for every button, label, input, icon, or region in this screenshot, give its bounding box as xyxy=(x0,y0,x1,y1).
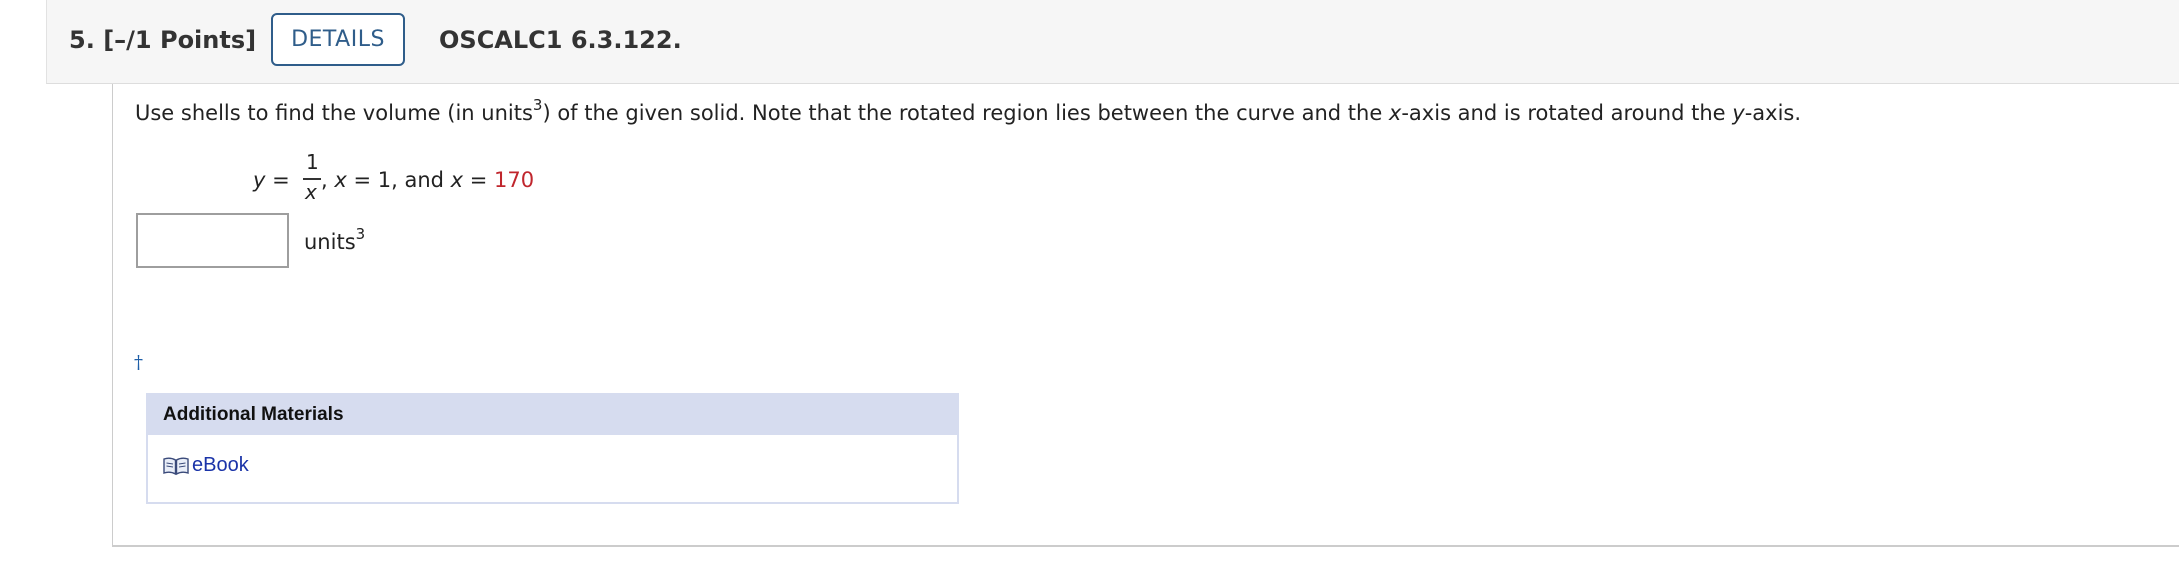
question-number: 5. [–/1 Points] xyxy=(69,26,256,54)
book-icon xyxy=(163,457,189,475)
ebook-link[interactable]: eBook xyxy=(163,454,249,477)
units-label: units3 xyxy=(304,225,366,254)
ebook-link-label: eBook xyxy=(192,454,249,476)
additional-materials-panel: Additional Materials eBook xyxy=(146,393,959,504)
additional-materials-title: Additional Materials xyxy=(148,395,957,435)
question-header: 5. [–/1 Points] DETAILS OSCALC1 6.3.122. xyxy=(46,0,2179,84)
equation-rest: , x = 1, and x = 170 xyxy=(321,168,535,192)
equation-highlight-value: 170 xyxy=(494,168,535,192)
fraction-denominator: x xyxy=(305,180,317,204)
prompt-superscript: 3 xyxy=(532,96,543,114)
footnote-dagger[interactable]: † xyxy=(134,352,143,373)
prompt-text-2: ) of the given solid. Note that the rota… xyxy=(542,101,1389,125)
question-number-label: 5. xyxy=(69,26,95,54)
prompt-text-4: -axis. xyxy=(1744,101,1802,125)
answer-input[interactable] xyxy=(136,213,289,268)
prompt-x-variable: x xyxy=(1388,101,1402,125)
assignment-code: OSCALC1 6.3.122. xyxy=(439,26,682,54)
question-content: Use shells to find the volume (in units3… xyxy=(112,84,2179,547)
question-page: 5. [–/1 Points] DETAILS OSCALC1 6.3.122.… xyxy=(0,0,2179,565)
question-prompt: Use shells to find the volume (in units3… xyxy=(135,96,1802,125)
prompt-text-1: Use shells to find the volume (in units xyxy=(135,101,533,125)
prompt-y-variable: y xyxy=(1732,101,1745,125)
equation-y: y = xyxy=(253,168,290,192)
prompt-text-3: -axis and is rotated around the xyxy=(1401,101,1733,125)
points-label: [–/1 Points] xyxy=(103,26,257,54)
fraction-numerator: 1 xyxy=(306,150,319,174)
details-button[interactable]: DETAILS xyxy=(271,13,405,66)
